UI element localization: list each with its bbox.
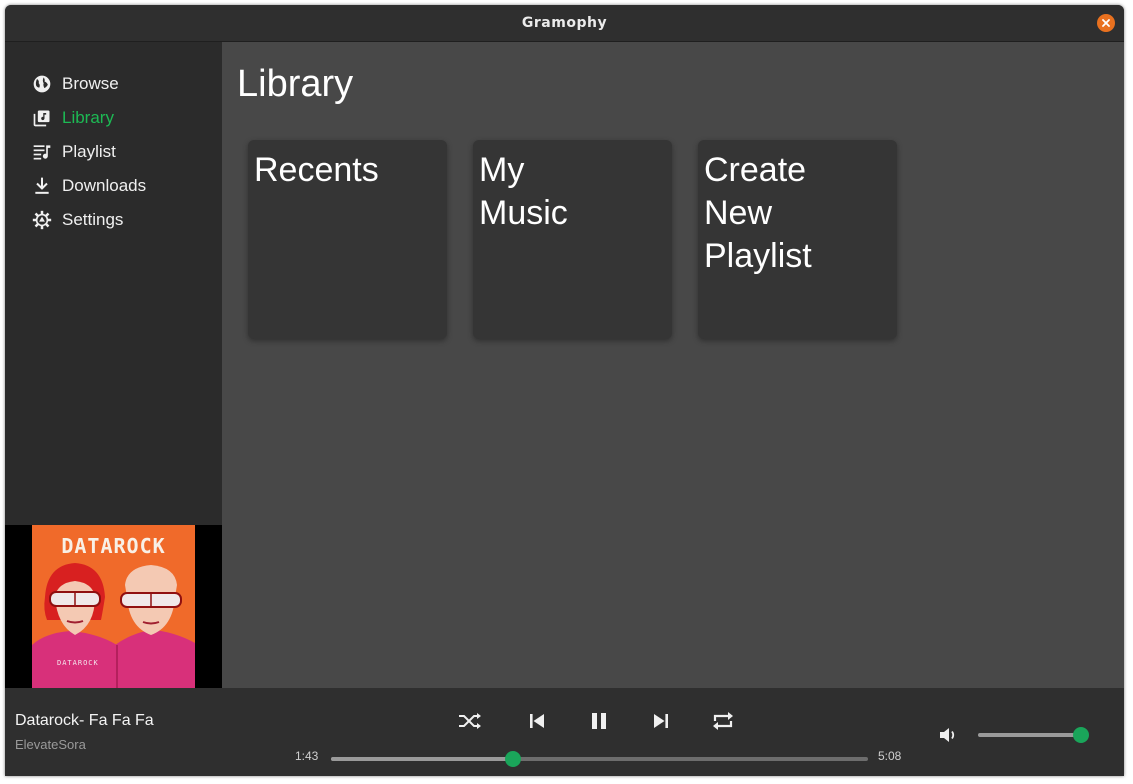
close-button[interactable] [1097, 14, 1115, 32]
sidebar-item-library[interactable]: Library [32, 106, 114, 130]
shuffle-button[interactable] [455, 707, 485, 735]
volume-slider[interactable] [978, 727, 1089, 743]
seek-slider[interactable] [331, 751, 868, 767]
card-my-music[interactable]: My Music [473, 140, 672, 339]
sidebar-item-settings[interactable]: Settings [32, 208, 123, 232]
library-icon [33, 110, 50, 127]
previous-icon [530, 714, 544, 728]
seek-progress [331, 757, 513, 761]
sidebar-item-label: Library [62, 108, 114, 127]
card-recents[interactable]: Recents [248, 140, 447, 339]
total-time: 5:08 [878, 749, 902, 763]
card-create-new-playlist[interactable]: Create New Playlist [698, 140, 897, 339]
track-title: Datarock- Fa Fa Fa [15, 712, 154, 729]
page-title: Library [237, 63, 354, 105]
album-art: DATAROCK DATAROCK [5, 525, 222, 688]
sidebar-item-downloads[interactable]: Downloads [32, 174, 146, 198]
sidebar-item-label: Playlist [62, 142, 116, 161]
seek-handle[interactable] [504, 751, 521, 767]
pause-button[interactable] [584, 707, 614, 735]
next-button[interactable] [646, 707, 676, 735]
repeat-button[interactable] [708, 707, 738, 735]
main-content: Library Recents My Music Create New Play… [222, 42, 1124, 688]
previous-button[interactable] [522, 707, 552, 735]
volume-icon [940, 728, 955, 742]
gear-icon [32, 210, 52, 230]
volume-handle[interactable] [1073, 727, 1089, 743]
sidebar-item-playlist[interactable]: Playlist [32, 140, 116, 164]
sidebar: Browse Library Playlist Downloads Settin… [5, 42, 222, 525]
sidebar-item-label: Settings [62, 210, 124, 229]
globe-icon [33, 75, 51, 93]
album-art-shirt-text: DATAROCK [57, 659, 99, 667]
app-window: Gramophy Browse Library Playlist Downloa… [5, 5, 1124, 776]
pause-icon [592, 713, 606, 729]
elapsed-time: 1:43 [295, 749, 319, 763]
title-bar: Gramophy [5, 5, 1124, 42]
playlist-icon [33, 145, 51, 160]
download-icon [35, 177, 49, 194]
album-art-title-text: DATAROCK [61, 534, 166, 558]
sidebar-item-browse[interactable]: Browse [32, 72, 119, 96]
player-bar: Datarock- Fa Fa Fa ElevateSora 1:43 5:08 [5, 688, 1124, 776]
next-icon [654, 714, 668, 728]
card-label: Recents [254, 151, 379, 189]
sidebar-item-label: Browse [62, 74, 119, 93]
sidebar-item-label: Downloads [62, 176, 147, 195]
close-icon [1102, 19, 1110, 27]
repeat-icon [713, 712, 733, 730]
card-label: My Music [479, 151, 568, 232]
volume-button[interactable] [938, 725, 960, 745]
card-label: Create New Playlist [704, 151, 812, 275]
window-title: Gramophy [521, 15, 608, 31]
track-artist: ElevateSora [15, 737, 86, 752]
shuffle-icon [459, 713, 481, 729]
